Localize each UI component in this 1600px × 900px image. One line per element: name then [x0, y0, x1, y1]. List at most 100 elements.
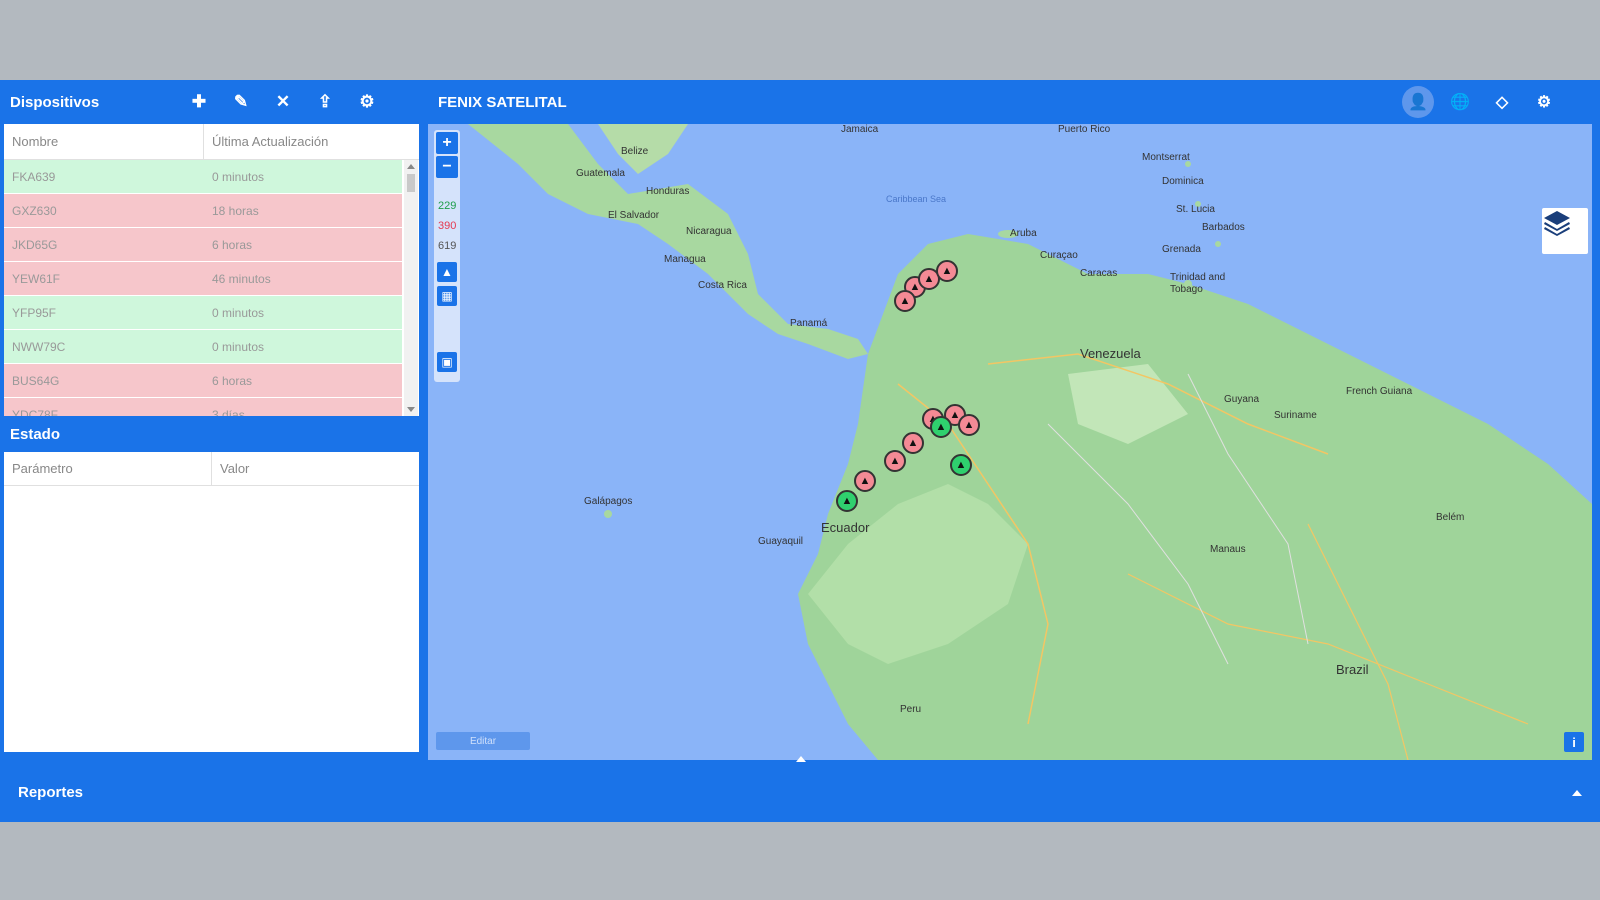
map-panel-header: FENIX SATELITAL 👤 🌐 ◇ ⚙: [428, 80, 1596, 124]
device-name: FKA639: [12, 170, 56, 184]
reports-panel-title: Reportes: [18, 783, 84, 801]
map-label-el-salvador: El Salvador: [608, 210, 660, 221]
map-label-st-lucia: St. Lucia: [1176, 204, 1215, 215]
devices-table: Nombre Última Actualización FKA639 0 minu…: [4, 124, 419, 416]
vehicle-marker-online[interactable]: ▲: [950, 454, 972, 476]
device-row[interactable]: YEW61F 46 minutos: [4, 262, 402, 296]
map-view[interactable]: Belize Guatemala Honduras El Salvador Ni…: [428, 124, 1592, 760]
total-count: 619: [438, 240, 457, 252]
device-name: JKD65G: [12, 238, 58, 252]
column-header-name[interactable]: Nombre: [4, 124, 204, 159]
offline-count: 390: [438, 220, 457, 232]
device-last-update: 0 minutos: [212, 170, 265, 184]
device-name: YEW61F: [12, 272, 61, 286]
map-label-dominica: Dominica: [1162, 176, 1204, 187]
device-last-update: 46 minutos: [212, 272, 271, 286]
vehicle-marker-offline[interactable]: ▲: [936, 260, 958, 282]
upload-icon[interactable]: ⇪: [304, 80, 346, 124]
device-name: BUS64G: [12, 374, 60, 388]
map-label-honduras: Honduras: [646, 186, 690, 197]
calendar-icon[interactable]: ▦: [437, 286, 457, 306]
scroll-up-arrow[interactable]: [407, 164, 415, 169]
vehicle-marker-online[interactable]: ▲: [930, 416, 952, 438]
vehicle-marker-online[interactable]: ▲: [836, 490, 858, 512]
column-header-parameter[interactable]: Parámetro: [4, 452, 212, 485]
device-name: NWW79C: [12, 340, 66, 354]
vehicle-marker-offline[interactable]: ▲: [958, 414, 980, 436]
scrollbar-thumb[interactable]: [407, 174, 415, 192]
app-title: FENIX SATELITAL: [438, 93, 567, 111]
map-label-puerto-rico: Puerto Rico: [1058, 124, 1111, 135]
map-label-belize: Belize: [621, 146, 649, 157]
vehicle-marker-offline[interactable]: ▲: [884, 450, 906, 472]
user-icon[interactable]: 👤: [1402, 86, 1434, 118]
map-label-venezuela: Venezuela: [1080, 346, 1141, 361]
devices-table-header: Nombre Última Actualización: [4, 124, 419, 160]
map-label-curacao: Curaçao: [1040, 250, 1078, 261]
status-table: Parámetro Valor: [4, 452, 419, 752]
map-label-french-guiana: French Guiana: [1346, 386, 1413, 397]
device-name: YFP95F: [12, 306, 57, 320]
location-icon[interactable]: ◇: [1486, 86, 1518, 118]
device-row[interactable]: YFP95F 0 minutos: [4, 296, 402, 330]
map-label-guyana: Guyana: [1224, 394, 1260, 405]
pencil-icon[interactable]: ✎: [220, 80, 262, 124]
map-label-montserrat: Montserrat: [1142, 152, 1190, 163]
device-row[interactable]: JKD65G 6 horas: [4, 228, 402, 262]
layers-icon: [1544, 211, 1570, 236]
devices-panel-header: Dispositivos ✚ ✎ ✕ ⇪ ⚙: [4, 80, 422, 124]
device-row[interactable]: NWW79C 0 minutos: [4, 330, 402, 364]
vehicle-marker-offline[interactable]: ▲: [854, 470, 876, 492]
column-header-value[interactable]: Valor: [212, 452, 257, 485]
map-label-manaus: Manaus: [1210, 544, 1246, 555]
map-label-belem: Belém: [1436, 512, 1465, 523]
app-window: Dispositivos ✚ ✎ ✕ ⇪ ⚙ Nombre Última Act…: [0, 80, 1600, 822]
map-label-panama: Panamá: [790, 318, 828, 329]
devices-table-body: FKA639 0 minutos GXZ630 18 horas JKD65G 6 hor…: [4, 160, 402, 416]
map-label-barbados: Barbados: [1202, 222, 1245, 233]
device-row[interactable]: GXZ630 18 horas: [4, 194, 402, 228]
gear-icon[interactable]: ⚙: [346, 80, 388, 124]
map-label-suriname: Suriname: [1274, 410, 1317, 421]
vehicle-marker-offline[interactable]: ▲: [902, 432, 924, 454]
zoom-out-button[interactable]: −: [436, 156, 458, 178]
map-label-nicaragua: Nicaragua: [686, 226, 732, 237]
device-last-update: 0 minutos: [212, 306, 265, 320]
reports-expand-icon[interactable]: [1572, 790, 1582, 796]
column-header-updated[interactable]: Última Actualización: [204, 124, 409, 159]
info-icon[interactable]: i: [1564, 732, 1584, 752]
reports-panel-header[interactable]: Reportes: [4, 770, 1596, 814]
map-label-trinidad: Trinidad and Tobago: [1170, 272, 1226, 295]
person-icon[interactable]: ▲: [437, 262, 457, 282]
scroll-down-arrow[interactable]: [407, 407, 415, 412]
header-icons: 👤 🌐 ◇ ⚙: [1402, 80, 1560, 124]
globe-icon[interactable]: 🌐: [1444, 86, 1476, 118]
status-panel-header: Estado: [4, 416, 422, 452]
map-label-jamaica: Jamaica: [841, 124, 879, 135]
screen-icon[interactable]: ▣: [437, 352, 457, 372]
device-last-update: 18 horas: [212, 204, 259, 218]
device-name: GXZ630: [12, 204, 57, 218]
devices-panel-title: Dispositivos: [10, 93, 100, 111]
zoom-in-button[interactable]: +: [436, 132, 458, 154]
device-row[interactable]: BUS64G 6 horas: [4, 364, 402, 398]
online-count: 229: [438, 200, 457, 212]
edit-button[interactable]: Editar: [436, 732, 530, 750]
map-label-galapagos: Galápagos: [584, 496, 633, 507]
map-label-guayaquil: Guayaquil: [758, 536, 804, 547]
devices-toolbar: ✚ ✎ ✕ ⇪ ⚙: [178, 80, 388, 124]
layers-button[interactable]: [1542, 208, 1588, 254]
map-label-grenada: Grenada: [1162, 244, 1201, 255]
settings-icon[interactable]: ⚙: [1528, 86, 1560, 118]
devices-scrollbar[interactable]: [404, 160, 418, 416]
device-row[interactable]: YDC78F 3 días: [4, 398, 402, 416]
expand-up-icon[interactable]: [796, 756, 806, 762]
device-name: YDC78F: [12, 408, 59, 416]
plus-icon[interactable]: ✚: [178, 80, 220, 124]
status-panel-title: Estado: [10, 425, 61, 443]
map-label-caribbean-sea: Caribbean Sea: [886, 194, 947, 204]
device-last-update: 0 minutos: [212, 340, 265, 354]
device-row[interactable]: FKA639 0 minutos: [4, 160, 402, 194]
vehicle-marker-offline[interactable]: ▲: [894, 290, 916, 312]
close-icon[interactable]: ✕: [262, 80, 304, 124]
